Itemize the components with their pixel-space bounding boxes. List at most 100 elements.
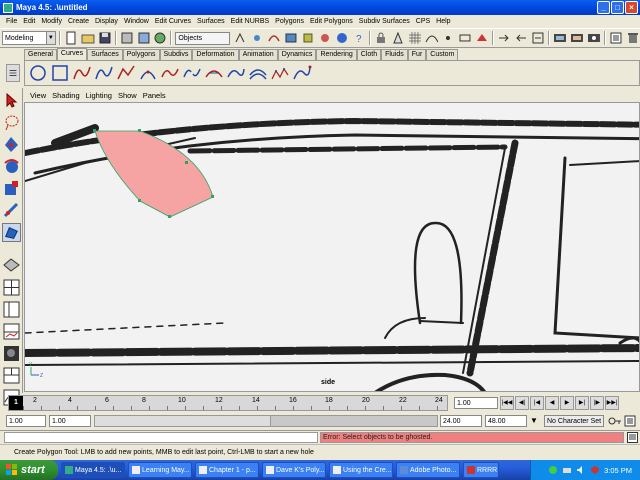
taskbar-item-adobe-photoshop[interactable]: Adobe Photo... <box>396 462 460 478</box>
dynamics-mask-icon[interactable] <box>318 31 332 45</box>
taskbar-item-chapter-1[interactable]: Chapter 1 - p... <box>195 462 259 478</box>
menu-cps[interactable]: CPS <box>413 18 433 25</box>
select-by-component-icon[interactable] <box>153 31 167 45</box>
handles-icon[interactable] <box>233 31 247 45</box>
menu-display[interactable]: Display <box>92 18 121 25</box>
snap-to-view-planes-icon[interactable] <box>458 31 472 45</box>
ipr-render-icon[interactable] <box>570 31 584 45</box>
snap-to-curves-icon[interactable] <box>425 31 439 45</box>
current-time-field[interactable]: 1.00 <box>454 397 498 409</box>
make-live-icon[interactable] <box>475 31 489 45</box>
playback-end-field[interactable]: 24.00 <box>440 415 482 427</box>
rendering-mask-icon[interactable] <box>335 31 349 45</box>
lock-selection-icon[interactable] <box>374 31 388 45</box>
volume-icon[interactable] <box>576 465 586 475</box>
rotate-tool-icon[interactable] <box>2 157 21 176</box>
tab-fluids[interactable]: Fluids <box>381 49 408 60</box>
detach-curves-icon[interactable] <box>182 63 202 83</box>
pencil-curve-tool-icon[interactable] <box>116 63 136 83</box>
tab-deformation[interactable]: Deformation <box>192 49 239 60</box>
mode-selector[interactable]: Modeling ▼ <box>2 31 56 45</box>
hypershade-layout-icon[interactable] <box>2 344 21 363</box>
menu-edit-curves[interactable]: Edit Curves <box>152 18 194 25</box>
panel-menu-lighting[interactable]: Lighting <box>83 91 115 100</box>
arc-tool-icon[interactable] <box>138 63 158 83</box>
script-editor-icon[interactable] <box>627 432 638 443</box>
insert-knot-icon[interactable] <box>204 63 224 83</box>
panel-menu-panels[interactable]: Panels <box>140 91 169 100</box>
step-back-key-icon[interactable]: ◀| <box>515 396 529 410</box>
close-button[interactable]: × <box>625 1 638 14</box>
menu-file[interactable]: File <box>3 18 20 25</box>
start-time-field[interactable]: 1.00 <box>6 415 46 427</box>
panel-menu-shading[interactable]: Shading <box>49 91 83 100</box>
taskbar-item-rrrr[interactable]: RRRR <box>463 462 499 478</box>
taskbar-item-learning-maya[interactable]: Learning May... <box>128 462 192 478</box>
create-polygon-tool-icon[interactable] <box>2 223 21 242</box>
taskbar-item-dave-k[interactable]: Dave K's Poly... <box>262 462 326 478</box>
selection-name-field[interactable]: Objects <box>175 31 231 45</box>
current-frame-marker[interactable]: 1 <box>9 396 23 410</box>
minimize-button[interactable]: _ <box>597 1 610 14</box>
four-view-layout-icon[interactable] <box>2 278 21 297</box>
range-slider-handle[interactable] <box>95 416 271 426</box>
tab-dynamics[interactable]: Dynamics <box>277 49 317 60</box>
new-scene-icon[interactable] <box>64 31 78 45</box>
highlight-selection-icon[interactable] <box>391 31 405 45</box>
range-slider[interactable] <box>94 415 438 427</box>
trash-icon[interactable] <box>626 31 640 45</box>
move-tool-icon[interactable] <box>2 135 21 154</box>
tab-subdivs[interactable]: Subdivs <box>159 49 193 60</box>
menu-edit-nurbs[interactable]: Edit NURBS <box>228 18 273 25</box>
construction-history-icon[interactable] <box>531 31 545 45</box>
shelf-menu-button[interactable] <box>6 64 20 82</box>
tab-rendering[interactable]: Rendering <box>316 49 357 60</box>
taskbar-item-maya[interactable]: Maya 4.5: .\u... <box>61 462 125 478</box>
snap-to-points-icon[interactable] <box>441 31 455 45</box>
menu-subdiv-surfaces[interactable]: Subdiv Surfaces <box>356 18 413 25</box>
select-tool-icon[interactable] <box>2 91 21 110</box>
go-to-start-icon[interactable]: |◀◀ <box>500 396 514 410</box>
menu-edit-polygons[interactable]: Edit Polygons <box>307 18 356 25</box>
persp-hypershade-layout-icon[interactable] <box>2 366 21 385</box>
character-set-arrow-icon[interactable]: ▼ <box>530 416 538 425</box>
menu-create[interactable]: Create <box>65 18 92 25</box>
joints-icon[interactable] <box>250 31 264 45</box>
persp-graph-layout-icon[interactable] <box>2 322 21 341</box>
side-viewport[interactable]: Y Z side <box>24 102 640 392</box>
menu-window[interactable]: Window <box>121 18 152 25</box>
tab-general[interactable]: General <box>24 49 57 60</box>
misc-mask-icon[interactable]: ? <box>352 31 366 45</box>
taskbar-item-using-the-cre[interactable]: Using the Cre... <box>329 462 393 478</box>
menu-edit[interactable]: Edit <box>20 18 38 25</box>
channel-box-toggle-icon[interactable] <box>609 31 623 45</box>
add-points-tool-icon[interactable] <box>292 63 312 83</box>
select-by-object-icon[interactable] <box>137 31 151 45</box>
output-ops-icon[interactable] <box>514 31 528 45</box>
menu-polygons[interactable]: Polygons <box>272 18 307 25</box>
tray-app-icon[interactable] <box>548 465 558 475</box>
open-scene-icon[interactable] <box>81 31 95 45</box>
key-icon[interactable] <box>608 415 622 427</box>
persp-outliner-layout-icon[interactable] <box>2 300 21 319</box>
scale-tool-icon[interactable] <box>2 179 21 198</box>
end-time-field[interactable]: 48.00 <box>485 415 527 427</box>
nurbs-circle-icon[interactable] <box>28 63 48 83</box>
character-set-field[interactable]: No Character Set <box>544 415 604 427</box>
time-slider[interactable]: 1 2 4 6 8 10 12 14 16 18 20 22 24 <box>8 395 448 411</box>
playback-start-field[interactable]: 1.00 <box>49 415 91 427</box>
offset-curve-icon[interactable] <box>248 63 268 83</box>
curves-mask-icon[interactable] <box>267 31 281 45</box>
tab-surfaces[interactable]: Surfaces <box>87 49 123 60</box>
step-back-frame-icon[interactable]: |◀ <box>530 396 544 410</box>
rebuild-curve-icon[interactable] <box>270 63 290 83</box>
tab-curves[interactable]: Curves <box>56 48 88 60</box>
nurbs-square-icon[interactable] <box>50 63 70 83</box>
tab-animation[interactable]: Animation <box>238 49 278 60</box>
attach-curves-icon[interactable] <box>160 63 180 83</box>
maximize-button[interactable]: □ <box>611 1 624 14</box>
menu-modify[interactable]: Modify <box>38 18 65 25</box>
cv-curve-tool-icon[interactable] <box>72 63 92 83</box>
tab-cloth[interactable]: Cloth <box>356 49 382 60</box>
step-forward-frame-icon[interactable]: ▶| <box>575 396 589 410</box>
